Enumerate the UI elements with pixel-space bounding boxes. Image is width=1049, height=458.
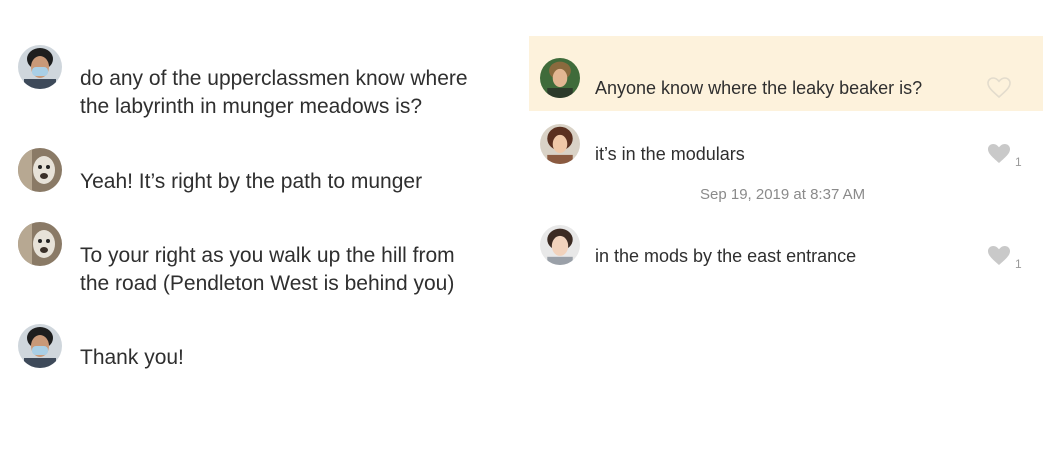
like-count: 1 — [1015, 155, 1022, 169]
message-text: do any of the upperclassmen know where t… — [80, 67, 468, 118]
timestamp: Sep 19, 2019 at 8:37 AM — [700, 186, 866, 203]
reply-text: it’s in the modulars — [595, 144, 745, 164]
message-text: Yeah! It’s right by the path to munger — [80, 170, 423, 193]
avatar-dog-image — [18, 222, 62, 266]
message-text: Thank you! — [80, 346, 184, 369]
avatar-masked-girl-image — [18, 45, 62, 89]
avatar-masked-girl-image — [18, 324, 62, 368]
heart-filled-icon[interactable] — [987, 143, 1011, 165]
avatar[interactable] — [18, 148, 62, 192]
avatar[interactable] — [18, 324, 62, 368]
message-text: To your right as you walk up the hill fr… — [80, 244, 455, 295]
avatar[interactable] — [540, 58, 580, 98]
heart-outline-icon[interactable] — [987, 77, 1011, 99]
avatar-photo — [540, 225, 580, 265]
heart-filled-icon[interactable] — [987, 245, 1011, 267]
avatar[interactable] — [18, 45, 62, 89]
avatar-photo — [540, 58, 580, 98]
question-text: Anyone know where the leaky beaker is? — [595, 78, 923, 98]
reply-text: in the mods by the east entrance — [595, 246, 857, 266]
avatar-photo — [540, 124, 580, 164]
avatar[interactable] — [540, 124, 580, 164]
like-count: 1 — [1015, 257, 1022, 271]
avatar-dog-image — [18, 148, 62, 192]
avatar[interactable] — [18, 222, 62, 266]
avatar[interactable] — [540, 225, 580, 265]
